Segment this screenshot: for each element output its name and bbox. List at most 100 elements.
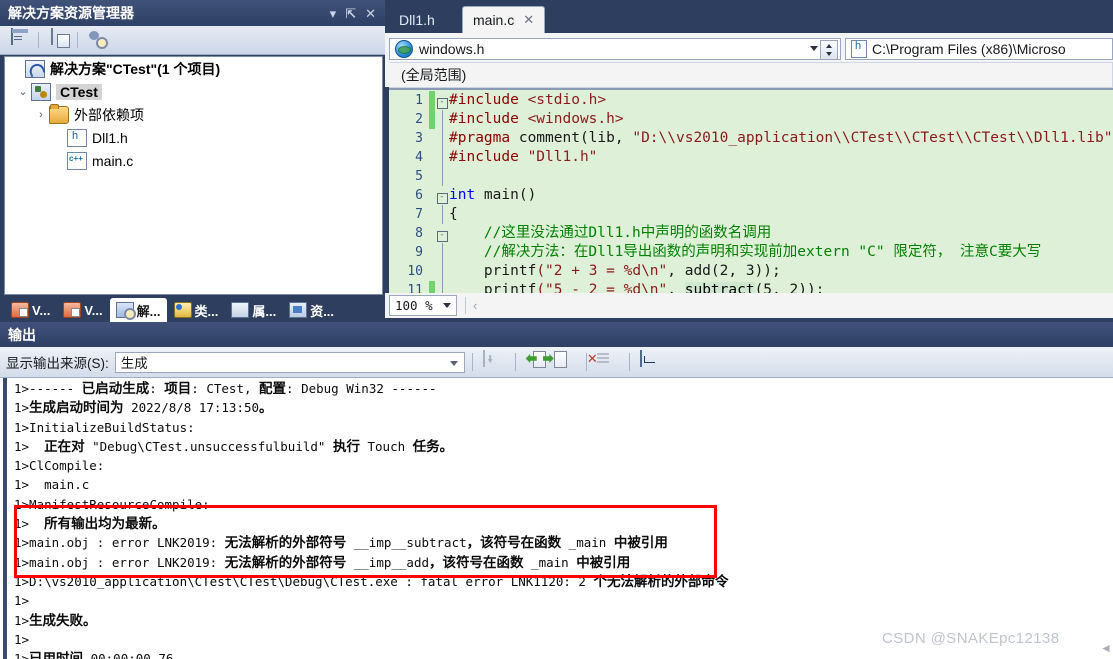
scope-combo[interactable]: (全局范围)	[389, 62, 1113, 88]
editor-scope-bar: (全局范围)	[385, 62, 1113, 88]
solution-explorer-toolbar	[0, 26, 393, 55]
code-top-divider	[389, 88, 1113, 90]
sidebar-tab-class-view[interactable]: 类...	[168, 298, 225, 322]
panel-tab-strip: V... V... 解... 类... 属... 资...	[0, 296, 390, 322]
navigation-path-combo[interactable]: C:\Program Files (x86)\Microso	[845, 38, 1113, 60]
code-lines: 1- #include <stdio.h> 2 #include <windows.h…	[389, 91, 1113, 293]
output-line: 1>D:\vs2010_application\CTest\CTest\Debu…	[14, 573, 729, 590]
toolbox-icon	[63, 302, 82, 318]
chevron-down-icon[interactable]	[443, 303, 451, 308]
output-line: 1>生成启动时间为 2022/8/8 17:13:50。	[14, 400, 273, 417]
show-all-files-icon[interactable]	[47, 28, 69, 51]
toggle-word-wrap-icon[interactable]	[639, 350, 662, 373]
chevron-down-icon[interactable]	[449, 360, 458, 366]
chevron-down-icon[interactable]: ⌄	[15, 85, 31, 98]
go-to-previous-message-icon[interactable]	[526, 351, 548, 373]
code-line: 2 #include <windows.h>	[389, 110, 1113, 129]
output-line: 1> main.c	[14, 477, 90, 493]
line-number: 8	[415, 226, 423, 241]
chevron-down-icon[interactable]	[810, 46, 818, 51]
line-number: 3	[415, 131, 423, 146]
output-line: 1>InitializeBuildStatus:	[14, 419, 195, 435]
vs-window: 解决方案资源管理器 ▾ ⇱ ✕ 解决方案"CTest"(1 个项目) ⌄ CTe…	[0, 0, 1113, 659]
resource-view-icon	[289, 302, 308, 318]
editor-navigation-bar: windows.h C:\Program Files (x86)\Microso	[385, 36, 1113, 62]
find-message-icon[interactable]	[482, 350, 505, 373]
line-number: 11	[407, 283, 423, 293]
output-line: 1>main.obj : error LNK2019: 无法解析的外部符号 __…	[14, 535, 668, 552]
sidebar-tab-solution-explorer[interactable]: 解...	[109, 298, 167, 322]
line-number: 9	[415, 245, 423, 260]
globe-icon	[395, 40, 413, 58]
tab-dll1-h[interactable]: Dll1.h	[389, 6, 445, 33]
tree-item-external-deps[interactable]: › 外部依赖项	[5, 103, 382, 126]
zoom-combo[interactable]: 100 %	[389, 295, 457, 316]
collapse-icon[interactable]: -	[435, 224, 449, 243]
code-text: #include "Dll1.h"	[449, 149, 598, 165]
close-icon[interactable]: ✕	[523, 12, 534, 28]
code-line: 1- #include <stdio.h>	[389, 91, 1113, 110]
zoom-level: 100 %	[395, 298, 433, 313]
code-line: 6- int main()	[389, 186, 1113, 205]
tree-item-main-c[interactable]: main.c	[5, 149, 382, 172]
output-lines: 1>------ 已启动生成: 项目: CTest, 配置: Debug Win…	[14, 379, 1113, 659]
code-editor[interactable]: 1- #include <stdio.h> 2 #include <windows.h…	[389, 88, 1113, 293]
tree-item-label: CTest	[56, 83, 102, 100]
line-number: 2	[415, 112, 423, 127]
collapse-icon[interactable]: -	[435, 186, 449, 205]
output-line: 1>ManifestResourceCompile:	[14, 496, 210, 512]
chevron-down-icon[interactable]: ▾	[330, 7, 337, 20]
output-titlebar: 输出	[0, 322, 1113, 347]
code-line: 7{	[389, 205, 1113, 224]
scroll-left-icon[interactable]: ‹	[473, 298, 477, 313]
tab-label: 类...	[194, 303, 219, 319]
c-file-icon	[67, 151, 87, 170]
output-line: 1> 所有输出均为最新。	[14, 516, 166, 533]
line-number: 10	[407, 264, 423, 279]
tree-item-solution[interactable]: 解决方案"CTest"(1 个项目)	[5, 57, 382, 80]
sidebar-tab-resource-view[interactable]: 资...	[283, 298, 340, 322]
class-view-search-icon[interactable]	[86, 29, 108, 51]
output-source-label: 显示输出来源(S):	[6, 356, 109, 371]
sidebar-tab-properties[interactable]: 属...	[225, 298, 282, 322]
tree-item-label: 外部依赖项	[74, 106, 144, 123]
code-line: 9 //解决方法：在Dll1导出函数的声明和实现前加extern "C" 限定符…	[389, 243, 1113, 262]
pin-icon[interactable]: ⇱	[345, 7, 356, 20]
properties-icon[interactable]	[8, 28, 30, 51]
toolbar-separator	[471, 353, 473, 371]
tree-item-dll1-h[interactable]: Dll1.h	[5, 126, 382, 149]
code-text: //这里没法通过Dll1.h中声明的函数名调用	[449, 225, 772, 241]
output-line: 1>已用时间 00:00:00.76	[14, 651, 174, 659]
output-text-area[interactable]: 1>------ 已启动生成: 项目: CTest, 配置: Debug Win…	[0, 378, 1113, 659]
tab-main-c[interactable]: main.c ✕	[462, 6, 546, 33]
panel-title: 解决方案资源管理器	[8, 5, 134, 21]
tree-item-project[interactable]: ⌄ CTest	[5, 80, 382, 103]
toolbar-separator	[77, 32, 78, 48]
code-line: 5	[389, 167, 1113, 186]
spinner-buttons[interactable]	[820, 40, 838, 60]
output-source-select[interactable]: 生成	[114, 351, 465, 373]
output-gutter	[0, 378, 14, 659]
sidebar-tab-server-explorer[interactable]: V...	[5, 298, 56, 322]
server-explorer-icon	[11, 302, 29, 318]
line-number: 7	[415, 207, 423, 222]
editor-tab-strip: Dll1.h main.c ✕	[385, 0, 1113, 36]
solution-explorer-icon	[115, 302, 136, 320]
navigation-file-combo[interactable]: windows.h	[389, 38, 841, 60]
folder-icon	[49, 103, 69, 124]
chevron-right-icon[interactable]: ›	[33, 109, 49, 121]
code-text: #include <stdio.h>	[449, 92, 607, 108]
output-line: 1> 正在对 "Debug\CTest.unsuccessfulbuild" 执…	[14, 438, 454, 455]
code-line: 10 printf("2 + 3 = %d\n", add(2, 3));	[389, 262, 1113, 281]
tab-label: V...	[32, 302, 51, 318]
collapse-icon[interactable]: -	[435, 91, 449, 110]
navigation-path-value: C:\Program Files (x86)\Microso	[872, 41, 1066, 57]
solution-tree[interactable]: 解决方案"CTest"(1 个项目) ⌄ CTest › 外部依赖项 Dll1.…	[4, 56, 383, 295]
solution-icon	[25, 59, 45, 78]
go-to-next-message-icon[interactable]	[554, 351, 576, 373]
fold-line	[435, 281, 449, 293]
close-icon[interactable]: ✕	[365, 7, 376, 20]
sidebar-tab-toolbox[interactable]: V...	[57, 298, 108, 322]
clear-all-icon[interactable]	[597, 351, 619, 373]
tree-item-label: main.c	[92, 152, 134, 169]
